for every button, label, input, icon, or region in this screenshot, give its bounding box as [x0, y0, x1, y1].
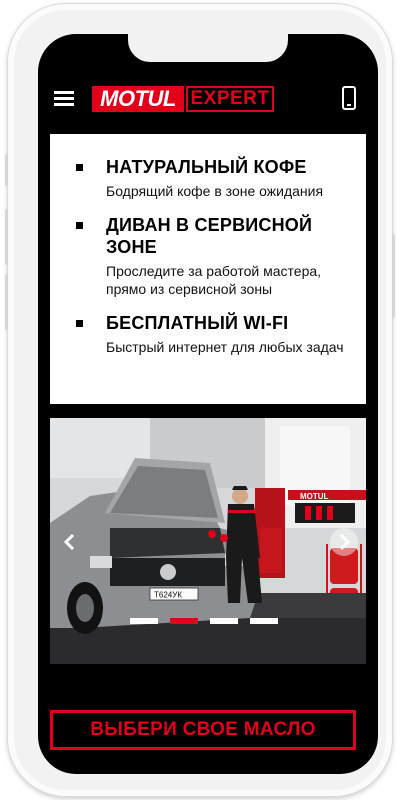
site-header: MOTUL EXPERT	[38, 76, 378, 126]
logo-expert-text: EXPERT	[186, 86, 274, 112]
power-button	[392, 234, 395, 318]
bullet-icon	[76, 222, 83, 229]
slider-dot-2[interactable]	[170, 618, 198, 624]
chevron-left-icon	[63, 533, 75, 551]
logo-motul-text: MOTUL	[92, 86, 184, 112]
license-plate-text: Т624УК	[154, 591, 182, 600]
feature-title: БЕСПЛАТНЫЙ WI-FI	[106, 313, 289, 333]
volume-down-button	[5, 274, 8, 330]
phone-frame: MOTUL EXPERT НАТУРАЛЬНЫЙ КОФЕ Бодрящий к…	[5, 4, 395, 796]
phone-screen: MOTUL EXPERT НАТУРАЛЬНЫЙ КОФЕ Бодрящий к…	[38, 34, 378, 774]
feature-description: Бодрящий кофе в зоне ожидания	[106, 183, 324, 199]
motul-expert-logo[interactable]: MOTUL EXPERT	[92, 86, 274, 112]
chevron-right-icon	[339, 533, 351, 551]
feature-item-wifi: БЕСПЛАТНЫЙ WI-FI Быстрый интернет для лю…	[76, 312, 352, 356]
slider-dot-3[interactable]	[210, 618, 238, 624]
motul-wall-sign: MOTUL	[300, 492, 329, 501]
features-card: НАТУРАЛЬНЫЙ КОФЕ Бодрящий кофе в зоне ож…	[50, 134, 366, 404]
slider-dot-1[interactable]	[130, 618, 158, 624]
mobile-phone-icon[interactable]	[342, 86, 358, 112]
phone-notch	[128, 34, 288, 62]
feature-description: Проследите за работой мастера, прямо из …	[106, 263, 322, 297]
slider-dot-4[interactable]	[250, 618, 278, 624]
feature-description: Быстрый интернет для любых задач	[106, 339, 344, 355]
photo-slider[interactable]: MOTUL Т624УК	[50, 418, 366, 664]
slider-prev-button[interactable]	[56, 528, 84, 556]
hamburger-menu-icon[interactable]	[54, 90, 74, 108]
volume-up-button	[5, 209, 8, 265]
mute-switch	[5, 154, 8, 186]
bullet-icon	[76, 320, 83, 327]
bullet-icon	[76, 164, 83, 171]
slider-next-button[interactable]	[330, 528, 358, 556]
feature-title: НАТУРАЛЬНЫЙ КОФЕ	[106, 157, 307, 177]
feature-item-sofa: ДИВАН В СЕРВИСНОЙ ЗОНЕ Проследите за раб…	[76, 214, 352, 298]
choose-oil-button[interactable]: ВЫБЕРИ СВОЕ МАСЛО	[50, 710, 356, 750]
service-photo: MOTUL Т624УК	[50, 418, 366, 664]
feature-title: ДИВАН В СЕРВИСНОЙ ЗОНЕ	[106, 215, 313, 257]
slider-pagination	[130, 618, 290, 626]
feature-item-coffee: НАТУРАЛЬНЫЙ КОФЕ Бодрящий кофе в зоне ож…	[76, 156, 352, 200]
